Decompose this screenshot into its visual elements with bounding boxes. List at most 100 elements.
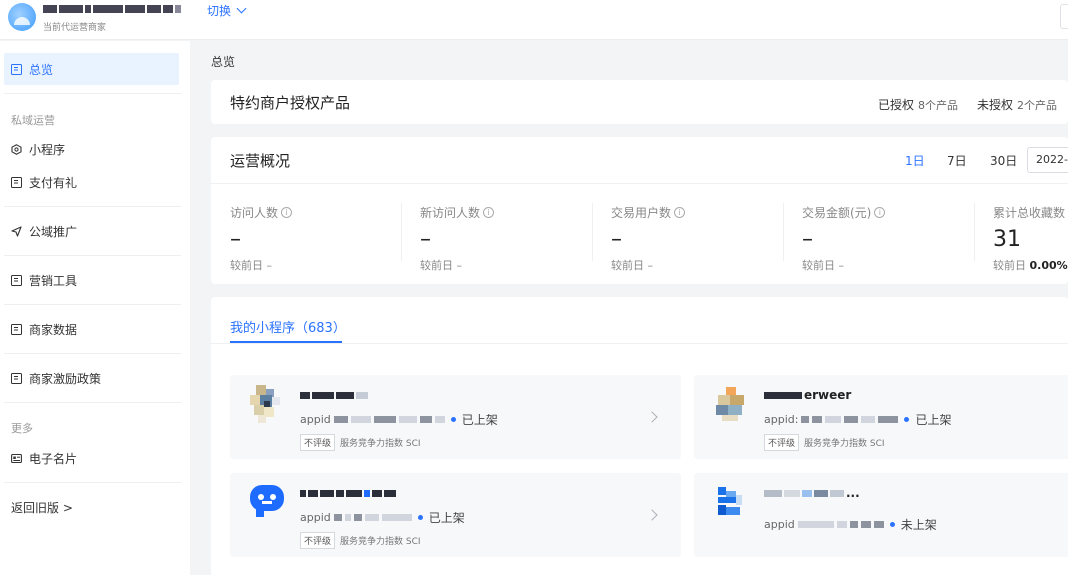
- send-icon: [11, 225, 22, 237]
- range-30d-button[interactable]: 30日: [990, 152, 1017, 169]
- card-icon: [11, 453, 22, 464]
- divider: [211, 183, 1068, 184]
- metric-value: –: [420, 227, 431, 252]
- metric-trade-amount: 交易金额(元) i – 较前日 –: [802, 204, 982, 273]
- sidebar-item-public-promotion[interactable]: 公域推广: [4, 215, 179, 247]
- miniprogram-card[interactable]: appid 已上架 不评级 服务竞争力指数 SCI: [230, 375, 681, 459]
- app-appid: appid 未上架: [764, 516, 937, 533]
- status-dot-icon: [889, 522, 895, 527]
- grade-tag: 不评级: [300, 532, 336, 549]
- sidebar-item-back-to-old[interactable]: 返回旧版 >: [4, 491, 179, 523]
- miniprogram-card[interactable]: erweer appid: 已上架 不评级 服务竞争力指数 SCI: [694, 375, 1068, 459]
- info-icon[interactable]: i: [281, 207, 293, 218]
- range-7d-button[interactable]: 7日: [947, 152, 967, 169]
- metric-trade-users: 交易用户数 i – 较前日 –: [611, 204, 791, 273]
- divider: [4, 353, 181, 354]
- app-grade: 不评级 服务竞争力指数 SCI: [300, 532, 421, 549]
- chevron-down-icon: [236, 3, 247, 14]
- metric-new-visitors: 新访问人数 i – 较前日 –: [420, 204, 600, 273]
- document-icon: [11, 274, 22, 286]
- my-miniprograms-card: 我的小程序（683） appid 已上架 不评级 服务竞争力指数 SCI erw…: [211, 297, 1068, 575]
- document-icon: [11, 176, 22, 188]
- compare-label: 较前日: [420, 259, 453, 272]
- authorized-label: 已授权: [878, 98, 915, 112]
- divider: [4, 402, 181, 403]
- status-dot-icon: [417, 515, 423, 520]
- grade-tag: 不评级: [300, 434, 336, 451]
- metric-value: 31: [993, 227, 1021, 252]
- sidebar-item-business-card[interactable]: 电子名片: [4, 442, 179, 474]
- sidebar-item-marketing-tools[interactable]: 营销工具: [4, 264, 179, 296]
- compare-label: 较前日: [611, 259, 644, 272]
- card-title: 特约商户授权产品: [230, 94, 351, 112]
- sidebar-item-label: 总览: [29, 62, 54, 77]
- sidebar-item-incentive-policy[interactable]: 商家激励政策: [4, 362, 179, 394]
- divider: [401, 203, 402, 261]
- unauthorized-stat[interactable]: 未授权 2个产品: [977, 96, 1057, 113]
- app-name: erweer: [764, 388, 851, 402]
- metric-label: 累计总收藏数: [993, 206, 1066, 220]
- miniprogram-card[interactable]: ... appid 未上架: [694, 473, 1068, 557]
- app-appid: appid: 已上架: [764, 413, 952, 427]
- operations-overview-card: 运营概况 1日 7日 30日 2022-0 访问人数i – 较前日 – 新访问人…: [211, 137, 1068, 284]
- merchant-name-redacted: [43, 2, 201, 16]
- divider: [4, 255, 181, 256]
- info-icon[interactable]: i: [874, 207, 886, 218]
- app-name-redacted: [300, 390, 368, 400]
- app-logo: [248, 483, 286, 521]
- status-dot-icon: [450, 417, 456, 422]
- app-appid: appid 已上架: [300, 511, 465, 525]
- merchant-subtitle: 当前代运营商家: [43, 23, 107, 33]
- metric-value: –: [802, 227, 813, 252]
- divider: [211, 343, 1068, 344]
- authorized-stat[interactable]: 已授权 8个产品: [878, 96, 958, 113]
- divider: [4, 93, 181, 94]
- compare-value: –: [456, 259, 463, 272]
- sidebar-item-miniprogram[interactable]: 小程序: [4, 133, 179, 165]
- app-name-redacted: [300, 488, 396, 498]
- miniprogram-card[interactable]: appid 已上架 不评级 服务竞争力指数 SCI: [230, 473, 681, 557]
- divider: [4, 482, 181, 483]
- sidebar-item-merchant-data[interactable]: 商家数据: [4, 313, 179, 345]
- metric-total-favorites: 累计总收藏数i 31 较前日 0.00%: [993, 204, 1068, 273]
- header-right-control[interactable]: [1060, 4, 1068, 29]
- sidebar-item-label: 支付有礼: [29, 175, 78, 190]
- divider: [4, 304, 181, 305]
- unauthorized-label: 未授权: [977, 98, 1014, 112]
- info-icon[interactable]: i: [483, 207, 495, 218]
- metric-value: –: [611, 227, 622, 252]
- metric-label: 交易用户数: [611, 206, 672, 220]
- grade-tag: 不评级: [764, 434, 800, 451]
- status-badge: 未上架: [889, 516, 937, 533]
- grade-text: 服务竞争力指数 SCI: [340, 439, 421, 449]
- tab-my-miniprograms[interactable]: 我的小程序（683）: [230, 317, 346, 336]
- app-logo: [248, 385, 286, 423]
- divider: [592, 203, 593, 261]
- app-logo: [712, 483, 750, 521]
- sidebar-item-label: 营销工具: [29, 273, 78, 288]
- section-private-domain: 私域运营: [11, 114, 55, 127]
- chevron-right-icon[interactable]: [646, 411, 658, 423]
- section-more: 更多: [11, 422, 33, 435]
- document-icon: [11, 323, 22, 335]
- status-dot-icon: [904, 417, 910, 422]
- document-icon: [11, 372, 22, 384]
- sidebar: 总览 私域运营 小程序 支付有礼 公域推广 营销工具 商家数据 商家激励政策 更…: [0, 41, 190, 575]
- compare-label: 较前日: [230, 259, 263, 272]
- sidebar-item-label: 商家数据: [29, 322, 78, 337]
- sidebar-item-label: 商家激励政策: [29, 371, 102, 386]
- chevron-right-icon[interactable]: [646, 509, 658, 521]
- app-appid: appid 已上架: [300, 411, 498, 428]
- info-icon[interactable]: i: [674, 207, 686, 218]
- sidebar-item-pay-gift[interactable]: 支付有礼: [4, 166, 179, 198]
- sidebar-item-overview[interactable]: 总览: [4, 53, 179, 85]
- range-1d-button[interactable]: 1日: [905, 152, 925, 169]
- app-grade: 不评级 服务竞争力指数 SCI: [764, 434, 885, 451]
- top-header: 当前代运营商家 切换: [0, 0, 1068, 40]
- switch-merchant-button[interactable]: 切换: [207, 2, 247, 19]
- status-badge: 已上架: [450, 411, 498, 428]
- compare-value: –: [838, 259, 845, 272]
- compare-label: 较前日: [993, 259, 1026, 272]
- sidebar-item-label: 返回旧版 >: [11, 500, 73, 515]
- date-picker-input[interactable]: 2022-0: [1027, 147, 1068, 173]
